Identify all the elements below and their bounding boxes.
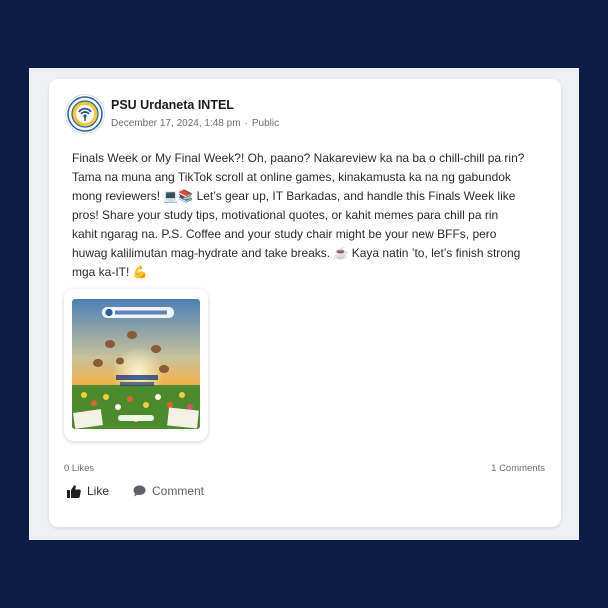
avatar[interactable] (65, 94, 105, 134)
org-logo-icon (67, 96, 103, 132)
author-name[interactable]: PSU Urdaneta INTEL (111, 98, 234, 112)
likes-count[interactable]: 0 Likes (64, 463, 94, 474)
attachment-image[interactable] (72, 299, 200, 429)
meadow-image (72, 299, 200, 429)
post-text: Finals Week or My Final Week?! Oh, paano… (72, 151, 525, 279)
post-card: PSU Urdaneta INTEL December 17, 2024, 1:… (49, 79, 561, 527)
post-stats: 0 Likes 1 Comments (64, 463, 545, 477)
comments-count[interactable]: 1 Comments (491, 463, 545, 474)
like-label: Like (87, 484, 110, 498)
comment-button[interactable]: Comment (133, 484, 204, 498)
visibility-label: Public (251, 118, 280, 129)
thumbs-up-icon (67, 484, 81, 498)
speech-bubble-icon (133, 485, 146, 497)
post-date[interactable]: December 17, 2024, 1:48 pm (111, 118, 241, 129)
post-meta: December 17, 2024, 1:48 pm · Public (111, 118, 279, 129)
comment-label: Comment (152, 484, 205, 498)
meta-separator: · (244, 118, 248, 129)
like-button[interactable]: Like (67, 484, 109, 498)
image-attachment[interactable] (64, 289, 208, 441)
